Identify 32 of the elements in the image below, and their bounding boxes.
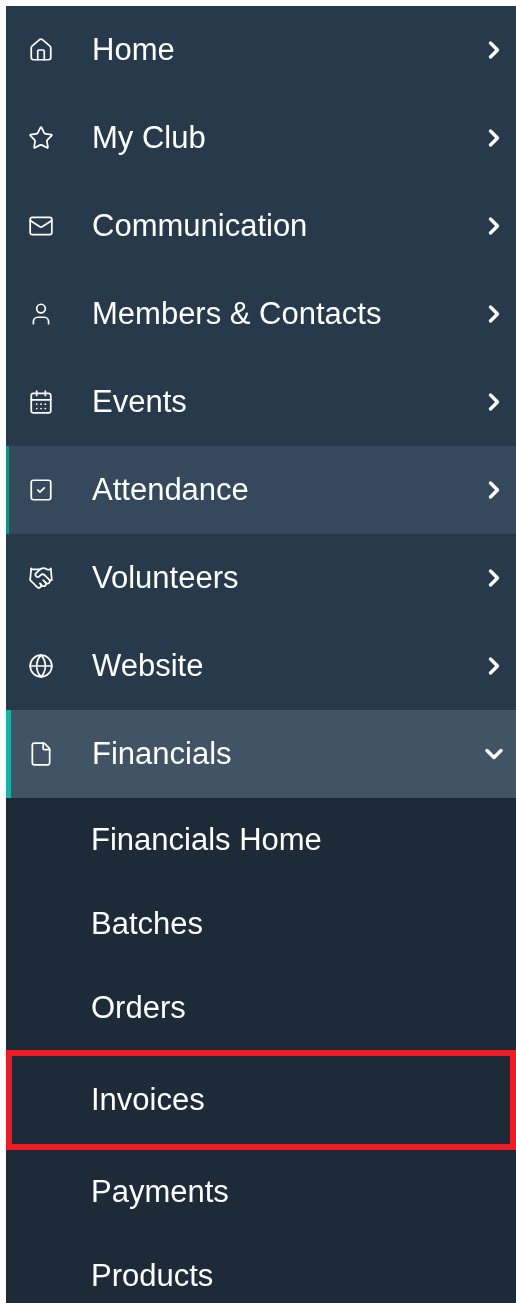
menu-item[interactable]: Members & Contacts [6,270,516,358]
menu-item[interactable]: Financials [6,710,516,798]
star-icon [28,125,54,151]
menu-item[interactable]: Events [6,358,516,446]
menu-item[interactable]: Volunteers [6,534,516,622]
envelope-icon [28,213,54,239]
menu-item[interactable]: My Club [6,94,516,182]
submenu-item[interactable]: Invoices [6,1050,516,1150]
menu-label: Communication [92,206,309,245]
menu-label: Members & Contacts [92,294,383,333]
menu-label: Home [92,30,176,69]
menu-item[interactable]: Website [6,622,516,710]
menu-item[interactable]: Communication [6,182,516,270]
menu-label: Website [92,646,205,685]
submenu-item[interactable]: Batches [6,882,516,966]
checkbox-icon [28,477,54,503]
calendar-icon [28,389,54,415]
handshake-icon [28,565,54,591]
submenu-item[interactable]: Payments [6,1150,516,1234]
menu-label: Financials [92,734,233,773]
menu-label: My Club [92,118,207,157]
menu-label: Volunteers [92,558,240,597]
menu-label: Events [92,382,188,421]
submenu-item[interactable]: Financials Home [6,798,516,882]
menu-item[interactable]: Home [6,6,516,94]
home-icon [28,37,54,63]
submenu-item[interactable]: Products [6,1234,516,1303]
document-icon [28,741,54,767]
menu-item[interactable]: Attendance [6,446,516,534]
submenu-item[interactable]: Orders [6,966,516,1050]
globe-icon [28,653,54,679]
menu-label: Attendance [92,470,250,509]
